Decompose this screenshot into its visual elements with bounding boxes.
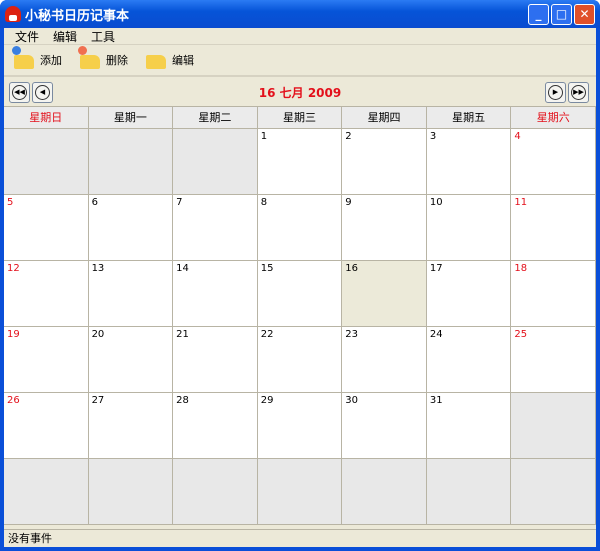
weekday-header: 星期四 (342, 107, 427, 129)
rewind-icon: ◀◀ (12, 84, 27, 100)
empty-day-cell (173, 129, 258, 195)
day-cell[interactable]: 23 (342, 327, 427, 393)
day-cell[interactable]: 28 (173, 393, 258, 459)
day-cell[interactable]: 16 (342, 261, 427, 327)
calendar-grid: 星期日 星期一 星期二 星期三 星期四 星期五 星期六 1 2 3 4 5 6 7 8 9 10 11 12 13 14… (4, 106, 596, 525)
weekday-header: 星期六 (511, 107, 596, 129)
close-button[interactable]: ✕ (574, 3, 595, 25)
fast-forward-icon: ▶▶ (571, 84, 586, 100)
app-window: 小秘书日历记事本 _ □ ✕ 文件 编辑 工具 添加 删除 编辑 ◀◀ ◀ 16… (0, 0, 600, 551)
day-cell[interactable]: 11 (511, 195, 596, 261)
prev-month-button[interactable]: ◀ (32, 81, 53, 103)
day-cell[interactable]: 3 (426, 129, 512, 195)
month-nav: ◀◀ ◀ 16 七月 2009 ▶ ▶▶ (4, 77, 596, 107)
maximize-button[interactable]: □ (551, 3, 572, 25)
delete-button[interactable]: 删除 (78, 46, 128, 69)
day-cell[interactable]: 26 (4, 393, 89, 459)
weekday-header: 星期二 (173, 107, 258, 129)
day-cell[interactable]: 1 (257, 129, 343, 195)
window-title: 小秘书日历记事本 (25, 8, 130, 24)
day-cell[interactable]: 19 (4, 327, 89, 393)
day-cell[interactable]: 17 (426, 261, 512, 327)
day-cell[interactable]: 29 (257, 393, 343, 459)
weekday-header: 星期三 (257, 107, 343, 129)
empty-day-cell (426, 459, 512, 525)
day-cell[interactable]: 22 (257, 327, 343, 393)
weekday-header: 星期日 (4, 107, 89, 129)
day-cell[interactable]: 14 (173, 261, 258, 327)
empty-day-cell (511, 393, 596, 459)
app-icon (5, 6, 21, 22)
current-date-title: 16 七月 2009 (258, 85, 342, 100)
empty-day-cell (511, 459, 596, 525)
empty-day-cell (173, 459, 258, 525)
day-cell[interactable]: 8 (257, 195, 343, 261)
day-cell[interactable]: 4 (511, 129, 596, 195)
weekday-header: 星期五 (426, 107, 512, 129)
day-cell[interactable]: 20 (88, 327, 174, 393)
folder-icon (146, 55, 166, 69)
day-cell[interactable]: 15 (257, 261, 343, 327)
menu-file[interactable]: 文件 (8, 28, 46, 45)
day-cell[interactable]: 10 (426, 195, 512, 261)
empty-day-cell (88, 129, 174, 195)
folder-delete-icon (78, 46, 100, 69)
day-cell[interactable]: 18 (511, 261, 596, 327)
day-cell[interactable]: 13 (88, 261, 174, 327)
next-month-button[interactable]: ▶ (545, 81, 566, 103)
day-cell[interactable]: 12 (4, 261, 89, 327)
status-bar: 没有事件 (4, 529, 596, 547)
day-cell[interactable]: 9 (342, 195, 427, 261)
folder-add-icon (12, 46, 34, 69)
empty-day-cell (88, 459, 174, 525)
add-label: 添加 (40, 54, 62, 67)
day-cell[interactable]: 7 (173, 195, 258, 261)
empty-day-cell (4, 459, 89, 525)
edit-label: 编辑 (172, 54, 194, 67)
day-cell[interactable]: 21 (173, 327, 258, 393)
day-cell[interactable]: 2 (342, 129, 427, 195)
day-cell[interactable]: 30 (342, 393, 427, 459)
edit-button[interactable]: 编辑 (146, 51, 194, 69)
empty-day-cell (257, 459, 343, 525)
day-cell[interactable]: 27 (88, 393, 174, 459)
toolbar: 添加 删除 编辑 (4, 45, 596, 77)
minimize-button[interactable]: _ (528, 3, 549, 25)
next-icon: ▶ (548, 84, 563, 100)
menu-bar: 文件 编辑 工具 (4, 28, 596, 45)
day-cell[interactable]: 6 (88, 195, 174, 261)
prev-icon: ◀ (35, 84, 50, 100)
delete-label: 删除 (106, 54, 128, 67)
day-cell[interactable]: 25 (511, 327, 596, 393)
day-cell[interactable]: 24 (426, 327, 512, 393)
next-year-button[interactable]: ▶▶ (568, 81, 589, 103)
empty-day-cell (342, 459, 427, 525)
day-cell[interactable]: 5 (4, 195, 89, 261)
menu-tools[interactable]: 工具 (84, 28, 122, 45)
title-bar: 小秘书日历记事本 _ □ ✕ (0, 0, 600, 28)
day-cell[interactable]: 31 (426, 393, 512, 459)
menu-edit[interactable]: 编辑 (46, 28, 84, 45)
add-button[interactable]: 添加 (12, 46, 62, 69)
empty-day-cell (4, 129, 89, 195)
weekday-header: 星期一 (88, 107, 174, 129)
prev-year-button[interactable]: ◀◀ (9, 81, 30, 103)
